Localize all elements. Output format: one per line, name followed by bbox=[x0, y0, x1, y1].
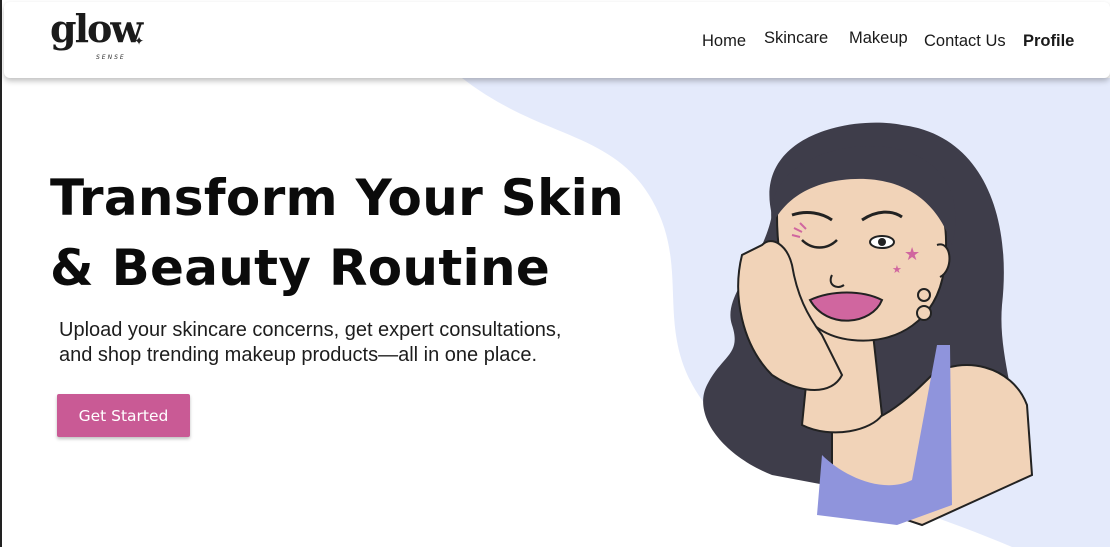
nav-skincare[interactable]: Skincare bbox=[764, 29, 828, 48]
hero-title: Transform Your Skin & Beauty Routine bbox=[50, 163, 670, 303]
hero-description-line2: and shop trending makeup products—all in… bbox=[59, 344, 538, 366]
woman-illustration: ★ ★ bbox=[703, 122, 1034, 527]
top-navbar: glow ✦ SENSE Home Skincare Makeup Contac… bbox=[4, 2, 1110, 78]
hero-title-line2: & Beauty Routine bbox=[50, 239, 551, 297]
hero-description-line1: Upload your skincare concerns, get exper… bbox=[59, 319, 562, 341]
brand-logo[interactable]: glow ✦ SENSE bbox=[50, 10, 146, 68]
hero-title-line1: Transform Your Skin bbox=[50, 169, 624, 227]
pupil bbox=[878, 238, 886, 246]
earring-drop bbox=[916, 305, 932, 321]
logo-subtitle: SENSE bbox=[96, 54, 126, 61]
nav-contact-us[interactable]: Contact Us bbox=[924, 32, 1006, 51]
sparkle-icon: ✦ bbox=[134, 34, 145, 48]
nav-profile[interactable]: Profile bbox=[1023, 32, 1074, 51]
get-started-button[interactable]: Get Started bbox=[57, 394, 190, 437]
logo-wordmark: glow bbox=[50, 6, 143, 51]
small-star-sticker-icon: ★ bbox=[892, 263, 902, 276]
nav-makeup[interactable]: Makeup bbox=[849, 29, 908, 48]
star-sticker-icon: ★ bbox=[904, 244, 920, 265]
hero-description: Upload your skincare concerns, get exper… bbox=[59, 318, 659, 368]
page-frame: glow ✦ SENSE Home Skincare Makeup Contac… bbox=[0, 0, 1110, 547]
nav-home[interactable]: Home bbox=[702, 32, 746, 51]
earring-top bbox=[917, 288, 931, 302]
